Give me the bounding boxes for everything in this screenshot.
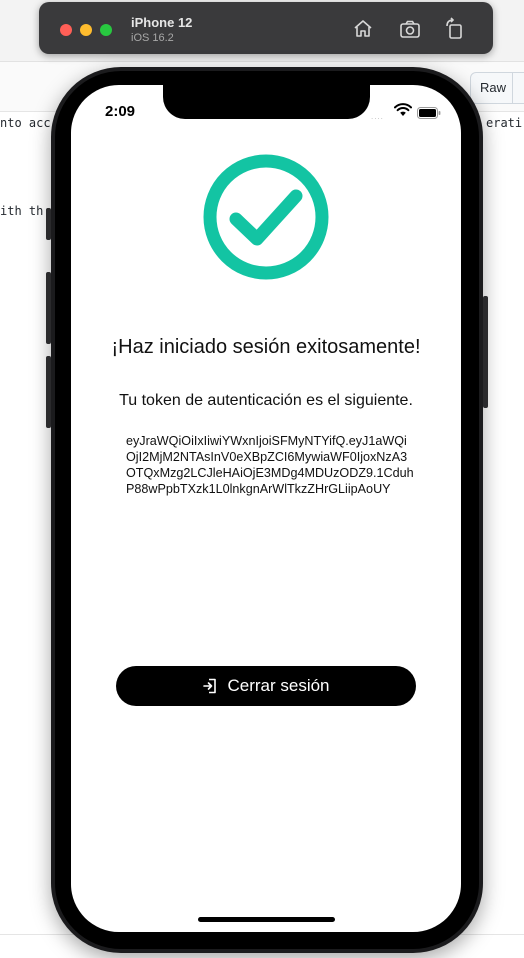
mute-switch [46, 208, 51, 240]
home-indicator[interactable] [198, 917, 335, 922]
minimize-window-button[interactable] [80, 24, 92, 36]
home-icon[interactable] [350, 16, 376, 42]
code-line: ith th [0, 204, 44, 218]
status-time: 2:09 [105, 103, 136, 120]
raw-button[interactable]: Raw [470, 72, 517, 104]
logout-button-label: Cerrar sesión [227, 676, 330, 695]
power-button [483, 296, 488, 408]
camera-icon[interactable] [397, 16, 423, 42]
volume-down-button [46, 356, 51, 428]
device-name: iPhone 12 [131, 15, 193, 30]
signal-indicator: .... [371, 112, 384, 121]
code-line: erati [486, 116, 523, 130]
simulator-titlebar: iPhone 12 iOS 16.2 [39, 2, 493, 54]
close-window-button[interactable] [60, 24, 72, 36]
code-line: nto acc [0, 116, 51, 130]
logout-button[interactable]: Cerrar sesión [116, 666, 416, 706]
success-title: ¡Haz iniciado sesión exitosamente! [111, 336, 421, 358]
sign-in-icon [202, 678, 218, 694]
zoom-window-button[interactable] [100, 24, 112, 36]
wifi-icon [394, 103, 412, 117]
check-circle-icon [202, 153, 330, 281]
battery-icon [417, 106, 441, 119]
token-description: Tu token de autenticación es el siguient… [119, 392, 413, 409]
os-version: iOS 16.2 [131, 32, 174, 44]
auth-token-text: eyJraWQiOiIxIiwiYWxnIjoiSFMyNTYifQ.eyJ1a… [126, 434, 414, 496]
copy-button[interactable] [512, 72, 524, 104]
phone-screen: 2:09 .... ¡Haz iniciado sesión exitosame… [71, 85, 461, 932]
notch [163, 85, 370, 119]
rotate-icon[interactable] [442, 16, 468, 42]
volume-up-button [46, 272, 51, 344]
